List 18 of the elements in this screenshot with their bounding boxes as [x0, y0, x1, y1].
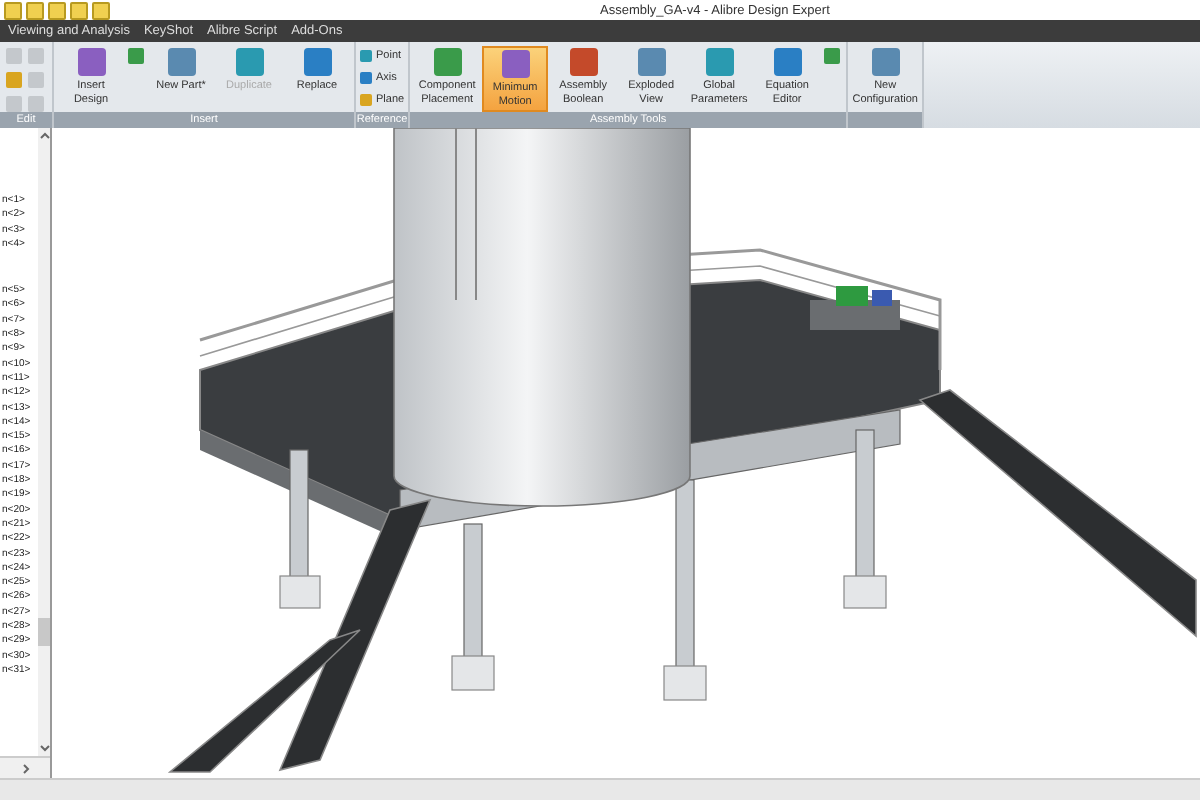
tool-icon [705, 48, 734, 76]
tool-icon [433, 48, 462, 76]
tool-icon [167, 48, 195, 76]
scroll-right-icon[interactable] [21, 763, 29, 773]
scrollbar-thumb[interactable] [38, 618, 50, 646]
pump-drawing [810, 286, 900, 330]
tool-icon [637, 48, 666, 76]
tool-icon [871, 48, 900, 76]
tool-icon [77, 48, 105, 76]
tool-icon [773, 48, 802, 76]
tool-icon [303, 48, 331, 76]
scroll-up-icon[interactable] [39, 132, 49, 140]
tool-icon [235, 48, 263, 76]
scroll-down-icon[interactable] [39, 744, 49, 752]
tool-icon [569, 48, 598, 76]
tool-icon[interactable] [824, 48, 841, 64]
tool-icon [501, 50, 530, 78]
label-bar [848, 112, 923, 128]
